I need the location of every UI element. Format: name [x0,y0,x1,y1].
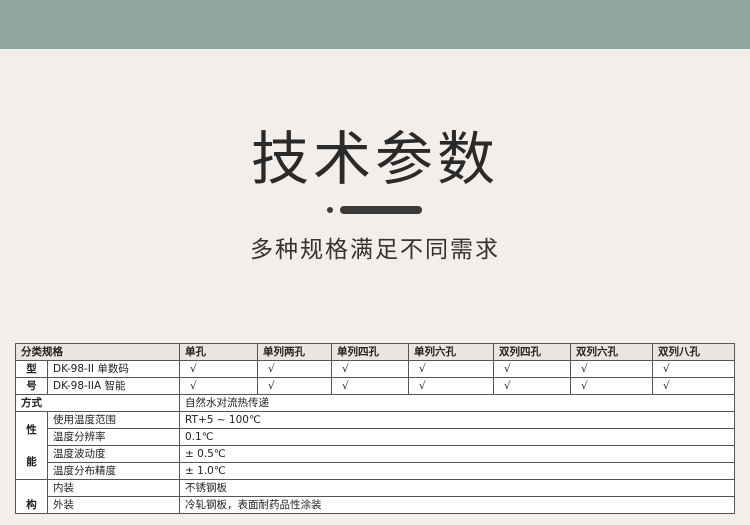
table-row: 性 能 使用温度范围 RT+5 ~ 100℃ [15,411,735,480]
spec-value: 冷轧钢板，表面耐药品性涂装 [179,496,735,514]
column-header: 双列八孔 [652,343,735,361]
column-header: 单孔 [179,343,258,361]
check-mark: √ [493,360,571,378]
spec-label: 温度分布精度 [47,462,180,480]
table-row: 构 内装 不锈钢板 [15,479,735,514]
table-header-row: 分类规格 单孔 单列两孔 单列四孔 单列六孔 双列四孔 双列六孔 双列八孔 [15,343,735,361]
table-row: 温度分布精度 ± 1.0℃ [16,462,735,480]
column-header: 单列四孔 [331,343,409,361]
divider-bar [340,206,422,214]
check-mark: √ [179,377,258,395]
performance-group-char: 能 [26,455,37,468]
table-row: 温度波动度 ± 0.5℃ [16,445,735,463]
table-row: 型 DK-98-II 单数码 √ √ √ √ √ √ √ [15,360,735,378]
spec-label: 温度分辨率 [47,428,180,446]
column-header: 双列四孔 [493,343,571,361]
spec-label: 温度波动度 [47,445,180,463]
spec-value: ± 0.5℃ [179,445,735,463]
title-divider [327,206,427,214]
mode-label: 方式 [15,394,180,412]
model-name: DK-98-IIA 智能 [47,377,180,395]
check-mark: √ [570,377,653,395]
table-row: 外装 冷轧钢板，表面耐药品性涂装 [16,496,735,514]
spec-value: 0.1℃ [179,428,735,446]
model-group-label: 型 [15,360,48,378]
performance-group-label: 性 能 [15,411,48,480]
check-mark: √ [331,377,409,395]
top-banner [0,0,750,49]
structure-group-char: 构 [26,499,37,511]
model-name: DK-98-II 单数码 [47,360,180,378]
model-group-label: 号 [15,377,48,395]
spec-label: 内装 [47,479,180,497]
check-mark: √ [652,360,735,378]
header-corner: 分类规格 [15,343,180,361]
check-mark: √ [570,360,653,378]
mode-value: 自然水对流热传递 [179,394,735,412]
spec-value: RT+5 ~ 100℃ [179,411,735,429]
check-mark: √ [179,360,258,378]
column-header: 单列六孔 [408,343,494,361]
structure-group-label: 构 [15,479,48,514]
table-row: 号 DK-98-IIA 智能 √ √ √ √ √ √ √ [15,377,735,395]
performance-group-char: 性 [26,423,37,436]
check-mark: √ [257,360,332,378]
page-title: 技术参数 [250,125,499,193]
column-header: 单列两孔 [257,343,332,361]
check-mark: √ [331,360,409,378]
check-mark: √ [408,377,494,395]
spec-label: 使用温度范围 [47,411,180,429]
spec-value: 不锈钢板 [179,479,735,497]
spec-label: 外装 [47,496,180,514]
page-subtitle: 多种规格满足不同需求 [250,237,500,263]
check-mark: √ [408,360,494,378]
check-mark: √ [257,377,332,395]
table-row: 温度分辨率 0.1℃ [16,428,735,446]
column-header: 双列六孔 [570,343,653,361]
check-mark: √ [493,377,571,395]
divider-dot [327,207,333,213]
check-mark: √ [652,377,735,395]
spec-value: ± 1.0℃ [179,462,735,480]
table-row: 方式 自然水对流热传递 [15,394,735,412]
spec-table: 分类规格 单孔 单列两孔 单列四孔 单列六孔 双列四孔 双列六孔 双列八孔 型 … [15,343,735,514]
